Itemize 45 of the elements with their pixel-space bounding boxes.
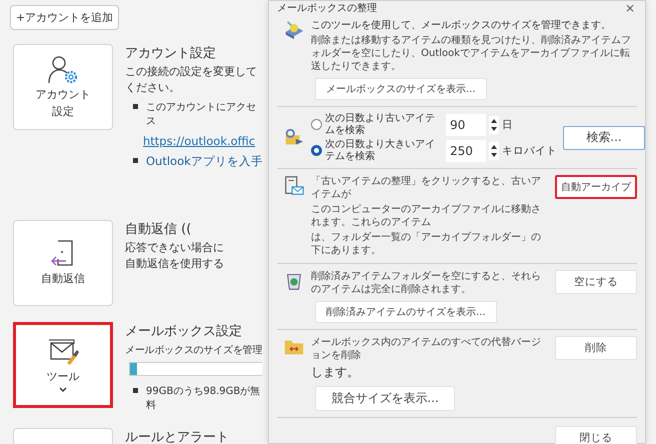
intro-text: 削除または移動するアイテムの種類を見つけたり、削除済みアイテムフォルダーを空にしたり、Outlookでアイテムをアーカイブファイルに転送したりできます。 <box>311 34 632 73</box>
outlook-link[interactable]: https://outlook.offic <box>143 134 256 148</box>
card-label: ツール <box>46 370 80 384</box>
intro-heading: このツールを使用して、メールボックスのサイズを管理できます。 <box>311 19 611 32</box>
section-heading: アカウント設定 <box>125 45 217 62</box>
empty-button[interactable]: 空にする <box>555 270 637 294</box>
option-label: 次の日数より古いアイテムを検索 <box>325 113 436 136</box>
section-description: 応答できない場合に <box>125 241 225 254</box>
section-heading: メールボックス設定 <box>125 323 243 340</box>
section-description: 自動返信を使用する <box>125 257 225 270</box>
close-button[interactable]: × <box>622 1 637 15</box>
settings-card[interactable]: ツール <box>13 322 113 408</box>
search-button[interactable]: 検索... <box>563 126 645 150</box>
bullet-text: 99GBのうち98.9GBが無料 <box>146 385 262 412</box>
delete-button[interactable]: 削除 <box>555 336 637 360</box>
card-label: 設定 <box>52 105 74 120</box>
mailbox-size-button[interactable]: メールボックスのサイズを表示... <box>315 78 487 100</box>
unit-label: 日 <box>502 118 513 132</box>
unit-label: キロバイト <box>502 144 557 158</box>
conflicts-text: します。 <box>311 364 359 381</box>
app-link[interactable]: Outlookアプリを入手 <box>146 154 263 170</box>
close-dialog-button[interactable]: 閉じる <box>555 426 637 444</box>
conflict-size-button[interactable]: 競合サイズを表示... <box>315 386 455 411</box>
deleted-items-text: 削除済みアイテムフォルダーを空にすると、それらのアイテムは完全に削除されます。 <box>311 270 542 296</box>
autoarchive-button[interactable]: 自動アーカイブ <box>555 175 637 199</box>
deleted-size-button[interactable]: 削除済みアイテムのサイズを表示... <box>315 301 497 323</box>
option-label: 次の日数より大きいアイテムを検索 <box>325 139 436 162</box>
settings-card[interactable]: アカウント 設定 <box>13 44 113 130</box>
conflicts-text: メールボックス内のアイテムのすべての代替バージョンを削除 <box>311 336 542 362</box>
section-description: この接続の設定を変更して <box>125 65 258 78</box>
card-label: アカウント <box>36 88 90 102</box>
card-label: 自動返信 <box>41 272 85 287</box>
archive-text: 「古いアイテムの整理」をクリックすると、古いアイテムが <box>311 175 542 201</box>
number-field[interactable]: 250 <box>446 140 486 162</box>
section-heading: 自動返信 (( <box>125 221 192 238</box>
archive-text: このコンピューターのアーカイブファイルに移動されます。これらのアイテム <box>311 203 542 229</box>
number-field[interactable]: 90 <box>446 114 486 136</box>
section-note: メールボックスのサイズを管理 <box>125 344 262 357</box>
section-description: ください。 <box>125 81 181 94</box>
archive-text: は、フォルダー一覧の「アーカイブフォルダー」の下にあります。 <box>311 231 542 257</box>
section-heading: ルールとアラート <box>125 429 230 444</box>
settings-card[interactable]: 自動返信 <box>13 220 113 306</box>
dialog-title: メールボックスの整理 <box>277 2 377 15</box>
bullet-text: このアカウントにアクセス <box>146 101 257 128</box>
add-account-button[interactable]: +アカウントを追加 <box>10 5 120 30</box>
